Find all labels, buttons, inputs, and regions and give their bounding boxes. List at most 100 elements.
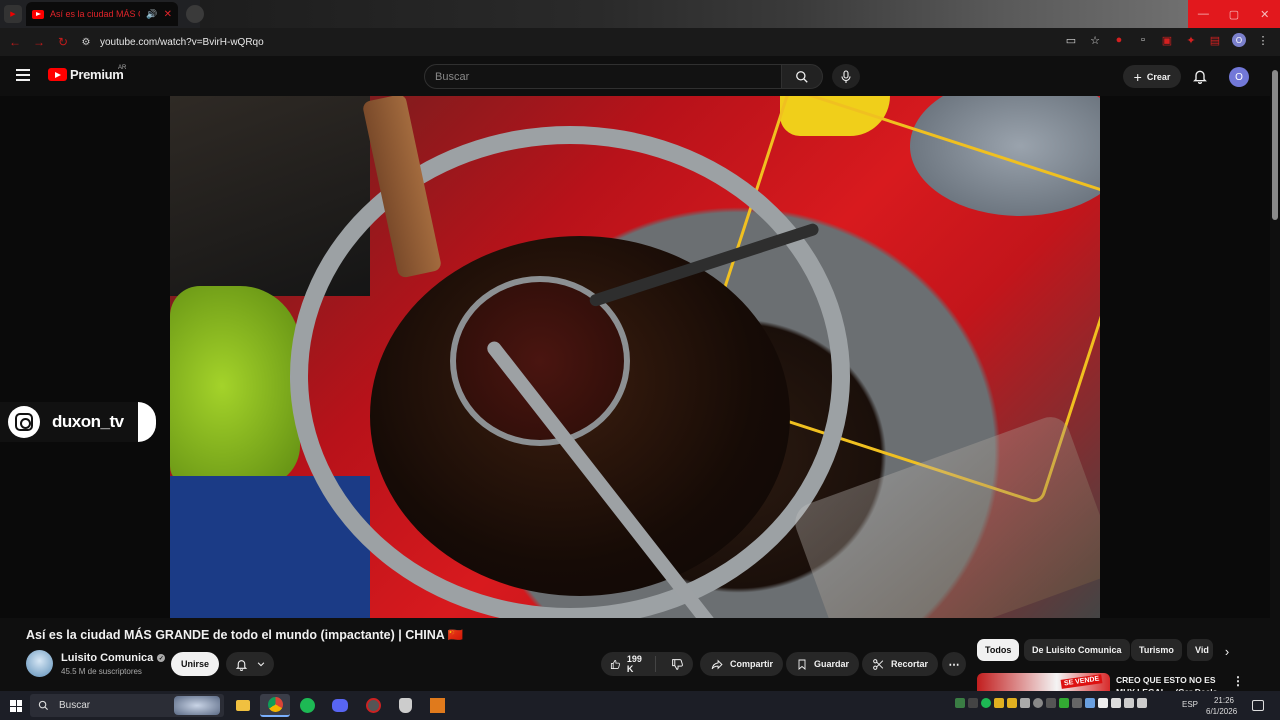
spotify-icon[interactable] — [292, 694, 322, 717]
app-icon[interactable] — [390, 694, 420, 717]
network-icon[interactable] — [1124, 698, 1134, 708]
extension-icon[interactable]: ▣ — [1160, 33, 1174, 47]
app-icon[interactable] — [422, 694, 452, 717]
extension-icon[interactable]: ● — [1112, 33, 1126, 47]
more-actions-button[interactable]: ⋯ — [942, 652, 966, 676]
bookmark-icon — [798, 659, 806, 670]
notification-center-icon[interactable] — [1252, 700, 1264, 711]
clock-date: 6/1/2026 — [1206, 707, 1238, 716]
window-controls: — ▢ ✕ — [1188, 0, 1280, 28]
recommendation-menu-icon[interactable]: ⋮ — [1232, 674, 1244, 688]
search-button[interactable] — [781, 64, 823, 89]
channel-name-row[interactable]: Luisito Comunica ✓ — [61, 652, 166, 664]
scrollbar-thumb[interactable] — [1272, 70, 1278, 220]
extension-icon[interactable]: ▫ — [1136, 33, 1150, 47]
forward-icon[interactable]: → — [30, 33, 48, 51]
overlay-cap — [138, 402, 156, 442]
browser-profile-avatar[interactable]: O — [1232, 33, 1246, 47]
tab-bar-background — [200, 0, 1190, 28]
like-button[interactable]: 199 K — [601, 654, 656, 674]
close-window-icon[interactable]: ✕ — [1249, 0, 1280, 28]
minimize-icon[interactable]: — — [1188, 0, 1219, 28]
browser-tab-active[interactable]: Así es la ciudad MÁS GRAN 🔊 ✕ — [26, 2, 178, 26]
youtube-header: Premium AR Buscar + Crear O — [0, 56, 1280, 96]
search-input[interactable]: Buscar — [424, 64, 782, 89]
thumbs-up-icon — [610, 659, 620, 669]
tray-icon[interactable] — [968, 698, 978, 708]
voice-search-button[interactable] — [832, 64, 860, 89]
tray-icon[interactable] — [1059, 698, 1069, 708]
tray-icon[interactable] — [1020, 698, 1030, 708]
url-text: youtube.com/watch?v=BvirH-wQRqo — [100, 36, 264, 48]
cast-icon[interactable]: ▭ — [1064, 33, 1078, 47]
chip-turismo[interactable]: Turismo — [1131, 639, 1182, 661]
youtube-premium-logo[interactable]: Premium AR — [48, 65, 127, 82]
youtube-favicon-icon — [32, 9, 44, 19]
tray-icon[interactable] — [994, 698, 1004, 708]
speaker-icon[interactable]: 🔊 — [146, 9, 157, 20]
chevron-right-icon[interactable]: › — [1218, 642, 1236, 660]
create-label: Crear — [1146, 71, 1171, 82]
taskbar-clock[interactable]: 21:26 6/1/2026 — [1206, 695, 1238, 717]
bell-icon — [235, 659, 247, 671]
puzzle-icon[interactable]: ✦ — [1184, 33, 1198, 47]
clip-button[interactable]: Recortar — [862, 652, 939, 676]
sidebar-icon[interactable]: ▤ — [1208, 33, 1222, 47]
tray-icon[interactable] — [1072, 698, 1082, 708]
tray-icon[interactable] — [955, 698, 965, 708]
share-button[interactable]: Compartir — [700, 652, 784, 676]
tray-icon[interactable] — [1007, 698, 1017, 708]
windows-start-icon[interactable] — [10, 700, 22, 712]
site-info-icon[interactable]: ⚙ — [80, 36, 92, 48]
chip-todos[interactable]: Todos — [977, 639, 1020, 661]
channel-avatar[interactable] — [26, 650, 53, 677]
chevron-down-icon — [257, 662, 264, 667]
browser-tab-bar: ▶ Así es la ciudad MÁS GRAN 🔊 ✕ — ▢ ✕ — [0, 0, 1280, 28]
bookmark-star-icon[interactable]: ☆ — [1088, 33, 1102, 47]
taskbar-search[interactable]: Buscar — [30, 694, 224, 717]
app-icon[interactable] — [358, 694, 388, 717]
video-frame[interactable] — [170, 96, 1100, 618]
plus-icon: + — [1133, 68, 1142, 85]
create-button[interactable]: + Crear — [1123, 65, 1181, 88]
reload-icon[interactable]: ↻ — [54, 33, 72, 51]
maximize-icon[interactable]: ▢ — [1219, 0, 1250, 28]
logo-text: Premium — [70, 67, 124, 82]
language-indicator[interactable]: ESP — [1182, 700, 1198, 709]
logo-country-code: AR — [118, 65, 127, 71]
chip-channel[interactable]: De Luisito Comunica — [1024, 639, 1130, 661]
join-button[interactable]: Unirse — [171, 652, 219, 676]
tab-group-icon[interactable]: ▶ — [4, 5, 22, 23]
video-player[interactable]: duxon_tv — [0, 96, 1270, 618]
tray-icon[interactable] — [981, 698, 991, 708]
tray-icon[interactable] — [1085, 698, 1095, 708]
discord-icon[interactable] — [325, 694, 355, 717]
search-highlight-image — [174, 696, 220, 715]
chip-videos[interactable]: Vid — [1187, 639, 1213, 661]
url-field[interactable]: ⚙ youtube.com/watch?v=BvirH-wQRqo — [80, 32, 1040, 52]
tray-icon[interactable] — [1111, 698, 1121, 708]
tray-icon[interactable] — [1033, 698, 1043, 708]
instagram-icon — [8, 406, 40, 438]
subscription-bell-button[interactable] — [226, 652, 274, 676]
address-bar: ← → ↻ ⚙ youtube.com/watch?v=BvirH-wQRqo … — [0, 28, 1280, 56]
tab-close-icon[interactable]: ✕ — [164, 9, 172, 20]
volume-icon[interactable] — [1137, 698, 1147, 708]
new-tab-button[interactable] — [186, 5, 204, 23]
browser-menu-icon[interactable]: ⋮ — [1256, 33, 1270, 47]
back-icon[interactable]: ← — [6, 33, 24, 51]
instagram-handle: duxon_tv — [52, 412, 124, 431]
video-title: Así es la ciudad MÁS GRANDE de todo el m… — [26, 628, 464, 642]
dislike-button[interactable] — [662, 658, 693, 671]
channel-name[interactable]: Luisito Comunica — [61, 652, 153, 664]
chrome-icon[interactable] — [260, 694, 290, 717]
account-avatar[interactable]: O — [1229, 67, 1249, 87]
file-explorer-icon[interactable] — [228, 694, 258, 717]
tray-icon[interactable] — [1046, 698, 1056, 708]
system-tray — [955, 698, 1147, 708]
menu-icon[interactable] — [16, 69, 30, 81]
save-button[interactable]: Guardar — [786, 652, 860, 676]
notifications-bell-icon[interactable] — [1192, 68, 1208, 84]
tray-icon[interactable] — [1098, 698, 1108, 708]
thumbnail-tag: SE VENDE — [1060, 674, 1103, 689]
